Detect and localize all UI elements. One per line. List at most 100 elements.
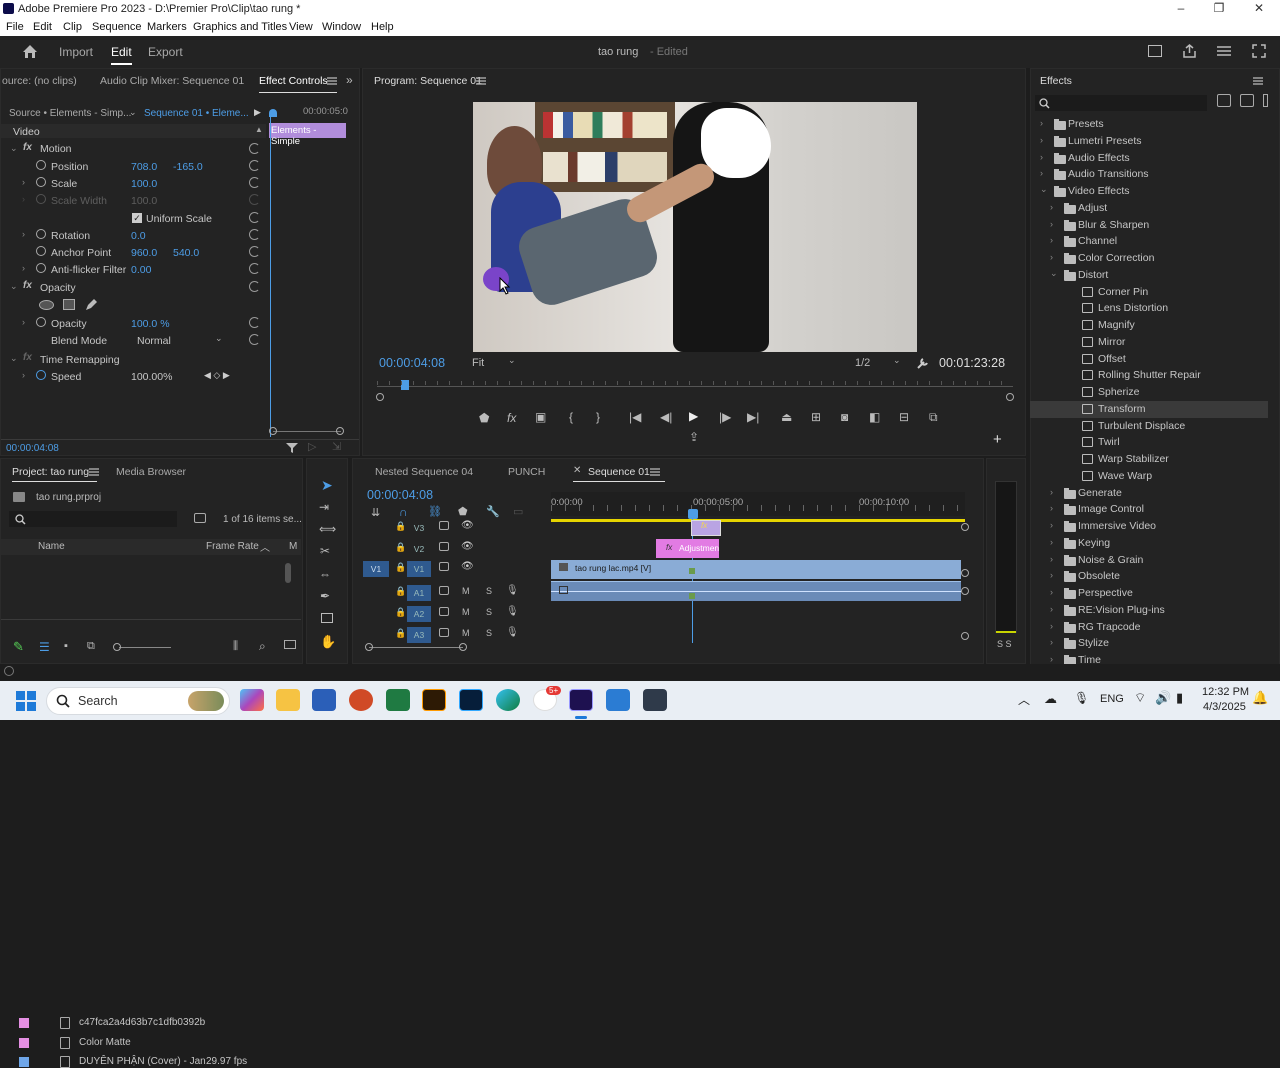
- reset-icon[interactable]: [249, 246, 260, 257]
- eye-icon[interactable]: 👁: [461, 520, 474, 531]
- effects-item[interactable]: › RE:Vision Plug-ins: [1030, 602, 1268, 619]
- effects-item[interactable]: Twirl: [1030, 434, 1268, 451]
- track-name[interactable]: V2: [407, 541, 431, 557]
- add-marker-icon[interactable]: ⬟: [458, 505, 468, 518]
- effects-item[interactable]: › Channel: [1030, 233, 1268, 250]
- panel-menu-icon[interactable]: [327, 77, 337, 85]
- ec-timecode-bottom[interactable]: 00:00:04:08: [6, 443, 59, 454]
- speed-row[interactable]: › Speed 100.00% ◀ ◇ ▶: [1, 368, 269, 385]
- effects-item[interactable]: › Lumetri Presets: [1030, 133, 1268, 150]
- zoom-slider-handle[interactable]: [113, 643, 121, 651]
- menu-markers[interactable]: Markers: [147, 21, 187, 33]
- mute-button[interactable]: M: [462, 586, 470, 596]
- effects-search-input[interactable]: [1035, 95, 1207, 111]
- chevron-down-icon[interactable]: ⌄: [1050, 268, 1058, 279]
- chevron-down-icon[interactable]: ⌄: [1040, 184, 1048, 195]
- chevron-right-icon[interactable]: ›: [1050, 520, 1053, 530]
- tab-audio-mixer[interactable]: Audio Clip Mixer: Sequence 01: [100, 75, 244, 87]
- effects-item[interactable]: › Blur & Sharpen: [1030, 217, 1268, 234]
- eye-icon[interactable]: 👁: [461, 541, 474, 552]
- chevron-down-icon[interactable]: ⌄: [508, 355, 516, 366]
- solo-button[interactable]: S: [486, 628, 492, 638]
- outlook-icon[interactable]: [606, 689, 630, 711]
- chevron-right-icon[interactable]: ›: [1040, 168, 1043, 178]
- reset-icon[interactable]: [249, 143, 260, 154]
- reset-icon[interactable]: [249, 229, 260, 240]
- edit-tab[interactable]: Edit: [111, 45, 132, 65]
- effects-item[interactable]: Offset: [1030, 351, 1268, 368]
- chevron-down-icon[interactable]: ⌄: [129, 107, 137, 118]
- maximize-button[interactable]: ❐: [1204, 1, 1234, 18]
- expand-chevron-icon[interactable]: ›: [22, 177, 25, 187]
- keyframe-marker[interactable]: [689, 568, 695, 574]
- chevron-down-icon[interactable]: ⌄: [893, 355, 901, 366]
- menu-help[interactable]: Help: [371, 21, 394, 33]
- volume-icon[interactable]: 🔊: [1155, 690, 1171, 706]
- language-indicator[interactable]: ENG: [1100, 693, 1124, 705]
- new-bin-icon[interactable]: [284, 640, 296, 649]
- wifi-icon[interactable]: ⌔: [1134, 690, 1146, 706]
- panel-menu-icon[interactable]: [1253, 77, 1263, 85]
- effects-item[interactable]: › Adjust: [1030, 200, 1268, 217]
- chevron-right-icon[interactable]: ›: [1040, 152, 1043, 162]
- reset-icon[interactable]: [249, 281, 260, 292]
- stopwatch-icon[interactable]: [36, 177, 46, 187]
- expand-chevron-icon[interactable]: ⌄: [10, 143, 18, 154]
- fx-icon[interactable]: fx: [23, 142, 32, 153]
- minimize-button[interactable]: –: [1166, 1, 1196, 18]
- menu-file[interactable]: File: [6, 21, 24, 33]
- share-icon[interactable]: [1182, 44, 1197, 59]
- illustrator-icon[interactable]: [422, 689, 446, 711]
- anchor-row[interactable]: Anchor Point 960.0 540.0: [1, 244, 269, 261]
- close-button[interactable]: ✕: [1244, 1, 1274, 18]
- ec-playhead[interactable]: [269, 109, 277, 117]
- ripple-edit-tool-icon[interactable]: ⟺: [319, 522, 336, 536]
- add-button-icon[interactable]: +: [993, 431, 1002, 448]
- freeform-view-icon[interactable]: ⧉: [87, 640, 95, 653]
- battery-icon[interactable]: ▮: [1176, 690, 1183, 706]
- mark-out-icon[interactable]: }: [596, 410, 600, 424]
- chevron-up-icon[interactable]: ︿: [1018, 691, 1030, 708]
- reset-icon[interactable]: [249, 334, 260, 345]
- go-to-in-icon[interactable]: |◀: [629, 410, 641, 424]
- chevron-down-icon[interactable]: ⌄: [215, 333, 223, 344]
- photoshop-icon[interactable]: [459, 689, 483, 711]
- zoom-slider[interactable]: [119, 647, 171, 648]
- stopwatch-icon[interactable]: [36, 317, 46, 327]
- voice-over-icon[interactable]: 🎙: [506, 627, 519, 638]
- source-patch-v1[interactable]: V1: [363, 561, 389, 577]
- effects-item[interactable]: › Image Control: [1030, 501, 1268, 518]
- icon-view-icon[interactable]: ▪: [64, 640, 68, 652]
- zoom-handle-left[interactable]: [365, 643, 373, 651]
- play-audio-icon[interactable]: ▷: [308, 440, 316, 453]
- vr-video-icon[interactable]: ⧉: [929, 410, 938, 425]
- chevron-right-icon[interactable]: ›: [1040, 118, 1043, 128]
- wrench-icon[interactable]: 🔧: [486, 505, 500, 518]
- tab-nested-sequence[interactable]: Nested Sequence 04: [375, 466, 473, 478]
- effects-item[interactable]: Turbulent Displace: [1030, 418, 1268, 435]
- cloud-icon[interactable]: ☁: [1044, 691, 1057, 707]
- automate-icon[interactable]: ⫼: [233, 640, 238, 653]
- chevron-right-icon[interactable]: ›: [1050, 252, 1053, 262]
- captions-icon[interactable]: ▭: [513, 505, 523, 518]
- antiflicker-row[interactable]: › Anti-flicker Filter 0.00: [1, 261, 269, 278]
- lock-track-icon[interactable]: 🔒: [395, 562, 406, 573]
- track-scroll-handle[interactable]: [961, 523, 969, 531]
- sort-up-icon[interactable]: ︿: [260, 539, 270, 554]
- effects-item[interactable]: › Immersive Video: [1030, 518, 1268, 535]
- stopwatch-icon[interactable]: [36, 229, 46, 239]
- antiflicker-value[interactable]: 0.00: [131, 264, 151, 276]
- effects-item[interactable]: Lens Distortion: [1030, 300, 1268, 317]
- go-to-out-icon[interactable]: ▶|: [747, 410, 759, 424]
- microphone-icon[interactable]: 🎙: [1074, 691, 1089, 705]
- expand-chevron-icon[interactable]: ›: [22, 317, 25, 327]
- pen-mask-icon[interactable]: [85, 298, 98, 311]
- effects-item[interactable]: › Noise & Grain: [1030, 552, 1268, 569]
- chevron-right-icon[interactable]: ›: [1050, 587, 1053, 597]
- solo-button[interactable]: S: [486, 607, 492, 617]
- rectangle-tool-icon[interactable]: [321, 613, 333, 623]
- col-m[interactable]: M: [289, 541, 297, 552]
- home-icon[interactable]: [22, 44, 38, 59]
- track-scroll-handle[interactable]: [961, 587, 969, 595]
- mute-button[interactable]: M: [462, 607, 470, 617]
